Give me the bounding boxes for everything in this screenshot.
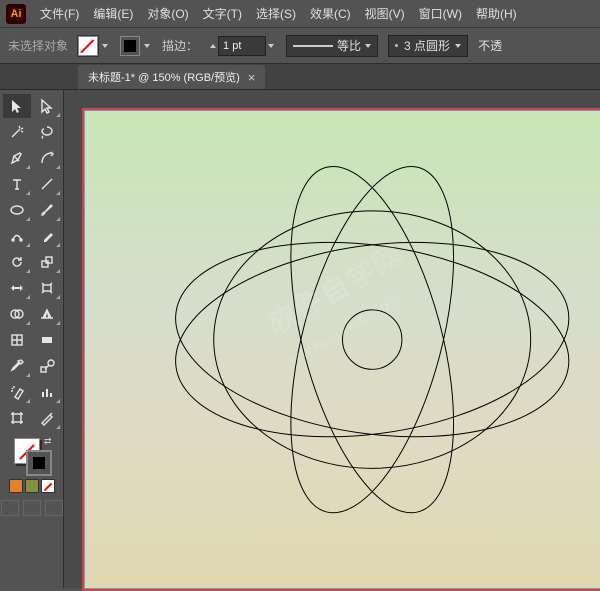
app-icon: Ai: [6, 4, 26, 24]
document-tab[interactable]: 未标题-1* @ 150% (RGB/预览) ×: [78, 65, 265, 89]
document-tab-title: 未标题-1* @ 150% (RGB/预览): [88, 69, 240, 85]
chevron-down-icon: [455, 44, 461, 48]
menu-object[interactable]: 对象(O): [147, 5, 188, 22]
swatch-orange[interactable]: [9, 479, 23, 493]
toolbox: ⇄: [0, 90, 64, 588]
chevron-up-icon: [210, 44, 216, 48]
chevron-down-icon: [144, 44, 150, 48]
menu-effect[interactable]: 效果(C): [310, 5, 351, 22]
scale-tool[interactable]: [33, 250, 61, 274]
rotate-tool[interactable]: [3, 250, 31, 274]
close-icon[interactable]: ×: [248, 70, 256, 85]
swatch-olive[interactable]: [25, 479, 39, 493]
menu-help[interactable]: 帮助(H): [476, 5, 517, 22]
swatch-none[interactable]: [41, 479, 55, 493]
menu-window[interactable]: 窗口(W): [419, 5, 462, 22]
stroke-decrement[interactable]: [208, 36, 218, 56]
stroke-dropdown[interactable]: [142, 36, 152, 56]
menu-view[interactable]: 视图(V): [365, 5, 405, 22]
brush-preview-icon: 3 点圆形: [395, 37, 450, 54]
perspective-grid-tool[interactable]: [33, 302, 61, 326]
stroke-color[interactable]: [26, 450, 52, 476]
blend-tool[interactable]: [33, 354, 61, 378]
draw-inside-mode[interactable]: [45, 500, 63, 516]
eraser-tool[interactable]: [33, 224, 61, 248]
options-bar: 未选择对象 描边： 等比 3 点圆形 不透: [0, 28, 600, 64]
fill-swatch[interactable]: [78, 36, 98, 56]
document-tab-bar: 未标题-1* @ 150% (RGB/预览) ×: [0, 64, 600, 90]
shape-builder-tool[interactable]: [3, 302, 31, 326]
stroke-profile-preview: [293, 45, 333, 47]
direct-selection-tool[interactable]: [33, 94, 61, 118]
line-segment-tool[interactable]: [33, 172, 61, 196]
selection-tool[interactable]: [3, 94, 31, 118]
brush-definition-dropdown[interactable]: 3 点圆形: [388, 35, 468, 57]
ellipse-tool[interactable]: [3, 198, 31, 222]
fill-dropdown[interactable]: [100, 36, 110, 56]
artboard[interactable]: 软件自学网www.rjzxw.com: [84, 110, 600, 589]
chevron-down-icon: [102, 44, 108, 48]
draw-normal-mode[interactable]: [1, 500, 19, 516]
paintbrush-tool[interactable]: [33, 198, 61, 222]
gradient-tool[interactable]: [33, 328, 61, 352]
column-graph-tool[interactable]: [33, 380, 61, 404]
opacity-label: 不透: [478, 37, 502, 54]
pen-tool[interactable]: [3, 146, 31, 170]
mesh-tool[interactable]: [3, 328, 31, 352]
stroke-profile-label: 等比: [337, 37, 361, 54]
width-tool[interactable]: [3, 276, 31, 300]
draw-behind-mode[interactable]: [23, 500, 41, 516]
free-transform-tool[interactable]: [33, 276, 61, 300]
curvature-tool[interactable]: [33, 146, 61, 170]
no-selection-label: 未选择对象: [8, 37, 68, 54]
menu-edit[interactable]: 编辑(E): [93, 5, 133, 22]
artwork: [85, 111, 600, 588]
slice-tool[interactable]: [33, 406, 61, 430]
stroke-label: 描边：: [162, 37, 198, 54]
chevron-down-icon: [268, 44, 274, 48]
swap-fill-stroke-icon[interactable]: ⇄: [44, 436, 52, 447]
menu-bar: Ai 文件(F) 编辑(E) 对象(O) 文字(T) 选择(S) 效果(C) 视…: [0, 0, 600, 28]
artboard-tool[interactable]: [3, 406, 31, 430]
shaper-tool[interactable]: [3, 224, 31, 248]
stroke-swatch[interactable]: [120, 36, 140, 56]
workspace: ⇄ 软件自学网www.rjzxw.com: [0, 90, 600, 588]
brush-label: 3 点圆形: [404, 37, 450, 54]
menu-select[interactable]: 选择(S): [256, 5, 296, 22]
lasso-tool[interactable]: [33, 120, 61, 144]
eyedropper-tool[interactable]: [3, 354, 31, 378]
menu-type[interactable]: 文字(T): [203, 5, 242, 22]
fill-stroke-control[interactable]: ⇄: [10, 436, 54, 476]
magic-wand-tool[interactable]: [3, 120, 31, 144]
stroke-weight-input[interactable]: [218, 36, 266, 56]
stroke-increment[interactable]: [266, 36, 276, 56]
chevron-down-icon: [365, 44, 371, 48]
canvas-area[interactable]: 软件自学网www.rjzxw.com: [64, 90, 600, 588]
type-tool[interactable]: [3, 172, 31, 196]
symbol-sprayer-tool[interactable]: [3, 380, 31, 404]
stroke-profile-dropdown[interactable]: 等比: [286, 35, 378, 57]
color-swatches: [9, 479, 55, 493]
menu-file[interactable]: 文件(F): [40, 5, 79, 22]
